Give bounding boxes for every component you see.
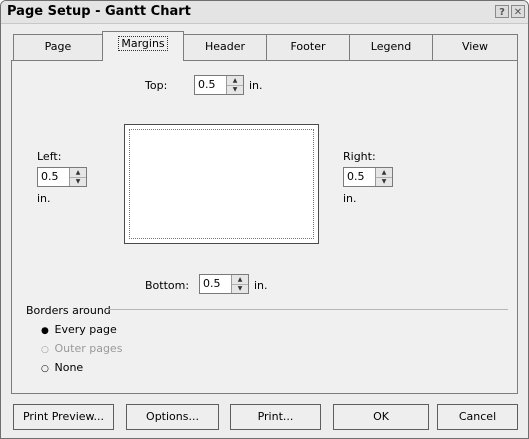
borders-group-title: Borders around [26, 304, 111, 317]
radio-every-page-label: Every page [54, 323, 117, 336]
tab-footer-label: Footer [290, 40, 326, 53]
window-title: Page Setup - Gantt Chart [7, 4, 191, 19]
bottom-margin-spinner[interactable]: 0.5 ▲ ▼ [199, 274, 249, 294]
radio-outer-pages-label: Outer pages [54, 342, 123, 355]
left-margin-value: 0.5 [41, 170, 59, 183]
radio-unselected-icon: ○ [41, 345, 49, 355]
radio-unselected-icon: ○ [41, 364, 49, 374]
print-preview-button[interactable]: Print Preview... [13, 404, 114, 430]
top-margin-unit: in. [249, 79, 263, 92]
print-button[interactable]: Print... [230, 404, 321, 430]
close-icon[interactable]: ✕ [511, 5, 525, 18]
radio-outer-pages: ○ Outer pages [41, 342, 122, 355]
top-margin-spinner[interactable]: 0.5 ▲ ▼ [194, 75, 244, 95]
radio-every-page[interactable]: ● Every page [41, 323, 117, 336]
group-divider [108, 309, 508, 310]
tab-legend-label: Legend [370, 40, 412, 53]
ok-button[interactable]: OK [333, 404, 429, 430]
title-bar: Page Setup - Gantt Chart ? ✕ [1, 1, 528, 24]
right-margin-label: Right: [343, 150, 376, 163]
radio-selected-icon: ● [41, 326, 49, 336]
bottom-margin-value: 0.5 [203, 277, 221, 290]
spin-down-icon[interactable]: ▼ [232, 284, 248, 293]
tab-view-label: View [461, 40, 489, 53]
top-margin-value: 0.5 [198, 78, 216, 91]
tab-margins[interactable]: Margins [102, 31, 184, 61]
right-margin-value: 0.5 [347, 170, 365, 183]
cancel-button[interactable]: Cancel [437, 404, 518, 430]
margin-guides [129, 129, 314, 239]
bottom-margin-label: Bottom: [145, 279, 190, 292]
tab-header-label: Header [204, 40, 246, 53]
right-margin-unit: in. [343, 192, 357, 205]
tab-margins-label: Margins [118, 36, 168, 51]
help-icon[interactable]: ? [495, 5, 509, 18]
tab-legend[interactable]: Legend [349, 34, 433, 60]
tab-page-label: Page [44, 40, 72, 53]
tab-header[interactable]: Header [183, 34, 267, 60]
radio-none[interactable]: ○ None [41, 361, 83, 374]
left-margin-spinner[interactable]: 0.5 ▲ ▼ [37, 167, 87, 187]
options-button[interactable]: Options... [126, 404, 219, 430]
spin-down-icon[interactable]: ▼ [376, 177, 392, 186]
page-preview [124, 124, 319, 244]
spin-down-icon[interactable]: ▼ [227, 85, 243, 94]
radio-none-label: None [54, 361, 84, 374]
margins-panel: Top: 0.5 ▲ ▼ in. Left: 0.5 ▲ ▼ in. Right… [11, 60, 518, 394]
bottom-margin-unit: in. [254, 279, 268, 292]
right-margin-spinner[interactable]: 0.5 ▲ ▼ [343, 167, 393, 187]
tab-footer[interactable]: Footer [266, 34, 350, 60]
tab-page[interactable]: Page [13, 34, 103, 60]
tab-view[interactable]: View [432, 34, 518, 60]
left-margin-label: Left: [37, 150, 62, 163]
left-margin-unit: in. [37, 192, 51, 205]
top-margin-label: Top: [145, 79, 168, 92]
spin-down-icon[interactable]: ▼ [70, 177, 86, 186]
page-setup-dialog: Page Setup - Gantt Chart ? ✕ Page Margin… [0, 0, 529, 439]
